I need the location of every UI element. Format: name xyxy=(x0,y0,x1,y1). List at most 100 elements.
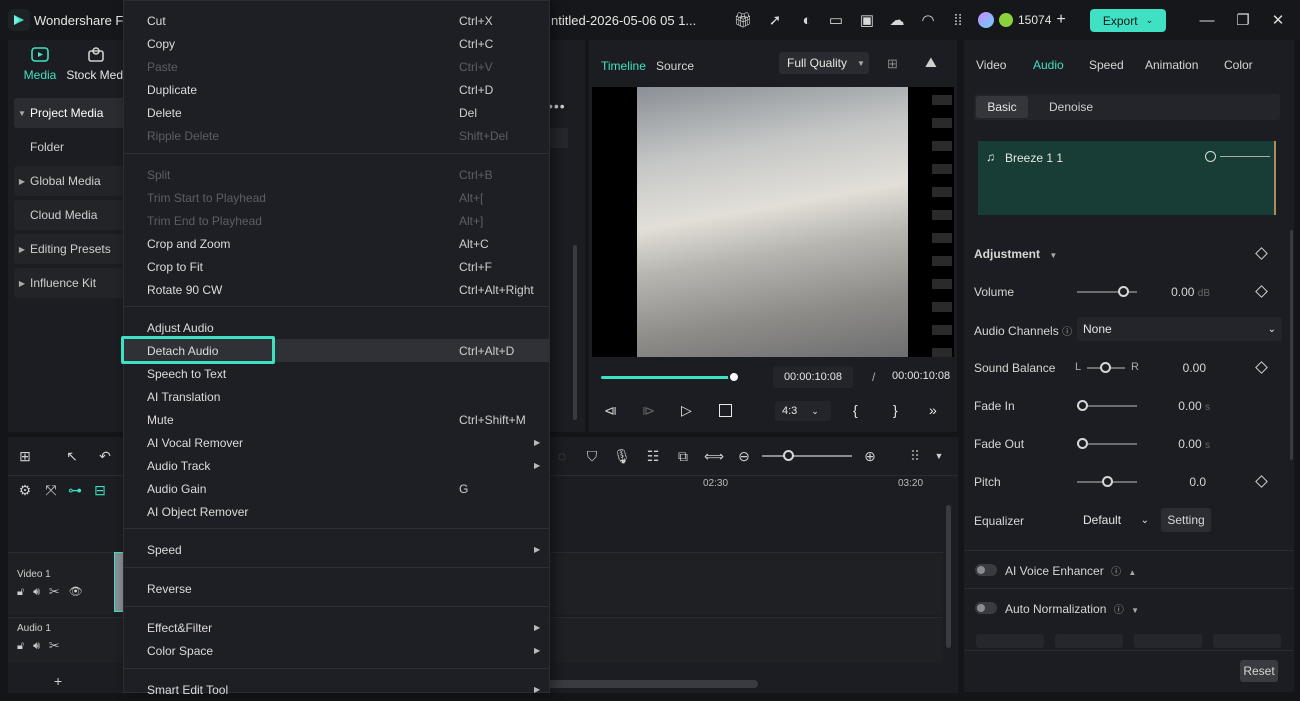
menu-item-mute[interactable]: Mute Ctrl+Shift+M xyxy=(124,408,549,431)
stop-icon[interactable] xyxy=(719,404,732,417)
microphone-icon[interactable]: 🎙︎ xyxy=(613,447,631,465)
palette-icon[interactable]: ◐ xyxy=(797,10,817,30)
maximize-icon[interactable]: ❐ xyxy=(1233,10,1253,30)
tab-video[interactable]: Video xyxy=(976,58,1006,72)
channels-select[interactable]: None ⌄ xyxy=(1077,317,1282,341)
settings-icon[interactable]: ⚙ xyxy=(16,481,34,499)
help-icon[interactable]: ⓘ xyxy=(1062,327,1072,338)
minimize-icon[interactable]: — xyxy=(1197,10,1217,30)
quality-select[interactable]: Full Quality ▼ xyxy=(779,52,869,74)
menu-item-rotate[interactable]: Rotate 90 CW Ctrl+Alt+Right xyxy=(124,278,549,301)
menu-item-audio-track[interactable]: Audio Track ▶ xyxy=(124,454,549,477)
mark-out-icon[interactable]: } xyxy=(893,402,898,418)
tab-color[interactable]: Color xyxy=(1224,58,1253,72)
avatar[interactable] xyxy=(978,12,994,28)
preset-button[interactable] xyxy=(1213,634,1281,648)
nav-cloud-media[interactable]: Cloud Media xyxy=(14,200,128,230)
chevron-down-icon[interactable]: ⌄ xyxy=(1146,15,1154,26)
unlink-icon[interactable]: ⤧ xyxy=(42,481,60,499)
prev-frame-icon[interactable]: ⧏ xyxy=(604,403,617,419)
marker-icon[interactable]: ⛉ xyxy=(583,447,601,465)
menu-item-delete[interactable]: Delete Del xyxy=(124,101,549,124)
nav-global-media[interactable]: ▶ Global Media xyxy=(14,166,128,196)
subtab-denoise[interactable]: Denoise xyxy=(1049,100,1093,114)
nav-project-media[interactable]: ▼ Project Media xyxy=(14,98,128,128)
tab-animation[interactable]: Animation xyxy=(1145,58,1198,72)
nav-editing-presets[interactable]: ▶ Editing Presets xyxy=(14,234,128,264)
chevron-down-icon[interactable]: ▼ xyxy=(930,447,948,465)
stock-media-tab[interactable]: Stock Medi xyxy=(66,46,126,82)
share-icon[interactable]: ➚ xyxy=(765,10,785,30)
save-icon[interactable]: ▣ xyxy=(857,10,877,30)
keyframe-icon[interactable] xyxy=(1255,285,1268,298)
menu-item-ripple-delete[interactable]: Ripple Delete Shift+Del xyxy=(124,124,549,147)
keyframe-icon[interactable] xyxy=(1255,247,1268,260)
caret-up-icon[interactable]: ▲ xyxy=(1128,568,1136,577)
aspect-select[interactable]: 4:3 ⌄ xyxy=(775,401,831,421)
help-icon[interactable]: ⓘ xyxy=(1114,605,1124,616)
equalizer-setting-button[interactable]: Setting xyxy=(1161,508,1211,532)
zoom-in-icon[interactable]: ⊕ xyxy=(861,447,879,465)
layout-icon[interactable]: ▭ xyxy=(826,10,846,30)
apps-grid-icon[interactable]: ⁞⁞ xyxy=(948,10,968,30)
auto-normalization-toggle[interactable] xyxy=(975,602,997,614)
preset-button[interactable] xyxy=(976,634,1044,648)
add-track-icon[interactable]: + xyxy=(54,673,62,689)
tab-speed[interactable]: Speed xyxy=(1089,58,1124,72)
preset-button[interactable] xyxy=(1134,634,1202,648)
project-name[interactable]: ntitled-2026-05-06 05 1... xyxy=(551,13,696,28)
subtab-basic[interactable]: Basic xyxy=(976,96,1028,118)
balance-knob[interactable] xyxy=(1100,362,1111,373)
menu-item-reverse[interactable]: Reverse xyxy=(124,577,549,600)
zoom-out-icon[interactable]: ⊖ xyxy=(735,447,753,465)
menu-item-color-space[interactable]: Color Space ▶ xyxy=(124,639,549,662)
video-track-controls[interactable]: 🔓︎🔊︎✂︎👁︎ xyxy=(17,585,92,599)
keyframe-icon[interactable] xyxy=(1255,475,1268,488)
auto-ripple-icon[interactable]: ◌ xyxy=(553,447,571,465)
menu-item-paste[interactable]: Paste Ctrl+V xyxy=(124,55,549,78)
equalizer-select[interactable]: Default ⌄ xyxy=(1077,508,1153,532)
zoom-knob[interactable] xyxy=(783,450,794,461)
preset-button[interactable] xyxy=(1055,634,1123,648)
volume-knob[interactable] xyxy=(1118,286,1129,297)
play-back-icon[interactable]: ⧐ xyxy=(642,403,655,419)
fadein-knob[interactable] xyxy=(1077,400,1088,411)
add-credits-icon[interactable]: + xyxy=(1056,11,1065,29)
tab-audio[interactable]: Audio xyxy=(1033,58,1064,72)
help-icon[interactable]: ⓘ xyxy=(1111,567,1121,578)
more-options-icon[interactable]: ••• xyxy=(548,98,566,114)
tab-timeline[interactable]: Timeline xyxy=(601,59,646,73)
audio-track-controls[interactable]: 🔓︎🔊︎✂︎ xyxy=(17,640,69,653)
credits-display[interactable]: 15074 + xyxy=(978,9,1066,31)
link-icon[interactable]: ⊶ xyxy=(66,481,84,499)
more-controls-icon[interactable]: » xyxy=(929,402,937,418)
menu-item-audio-gain[interactable]: Audio Gain G xyxy=(124,477,549,500)
zoom-slider[interactable] xyxy=(762,455,852,457)
tracks-grid-icon[interactable]: ⠿ xyxy=(906,447,924,465)
layout-grid-icon[interactable]: ⊞ xyxy=(16,447,34,465)
fit-icon[interactable]: ⟺ xyxy=(704,447,724,465)
menu-item-speed[interactable]: Speed ▶ xyxy=(124,538,549,561)
menu-item-ai-translation[interactable]: AI Translation xyxy=(124,385,549,408)
menu-item-smart-edit-tool[interactable]: Smart Edit Tool ▶ xyxy=(124,678,549,701)
keyframe-icon[interactable] xyxy=(1255,361,1268,374)
menu-item-speech-to-text[interactable]: Speech to Text xyxy=(124,362,549,385)
snap-icon[interactable]: ⊟ xyxy=(91,481,109,499)
pitch-knob[interactable] xyxy=(1102,476,1113,487)
progress-knob[interactable] xyxy=(728,371,740,383)
play-icon[interactable]: ▷ xyxy=(681,402,692,419)
select-tool-icon[interactable]: ↖ xyxy=(63,447,81,465)
scrollbar[interactable] xyxy=(573,245,577,420)
export-button[interactable]: Export ⌄ xyxy=(1090,9,1166,32)
adjustment-heading[interactable]: Adjustment ▼ xyxy=(974,247,1057,261)
menu-item-trim-start[interactable]: Trim Start to Playhead Alt+[ xyxy=(124,186,549,209)
menu-item-crop-fit[interactable]: Crop to Fit Ctrl+F xyxy=(124,255,549,278)
menu-item-crop-zoom[interactable]: Crop and Zoom Alt+C xyxy=(124,232,549,255)
menu-item-effect-filter[interactable]: Effect&Filter ▶ xyxy=(124,616,549,639)
scrollbar[interactable] xyxy=(1290,230,1293,460)
playback-progress[interactable] xyxy=(601,376,736,379)
reset-button[interactable]: Reset xyxy=(1240,660,1278,682)
media-tab[interactable]: Media xyxy=(10,46,70,82)
menu-item-ai-vocal-remover[interactable]: AI Vocal Remover ▶ xyxy=(124,431,549,454)
caret-down-icon[interactable]: ▼ xyxy=(1131,606,1139,615)
